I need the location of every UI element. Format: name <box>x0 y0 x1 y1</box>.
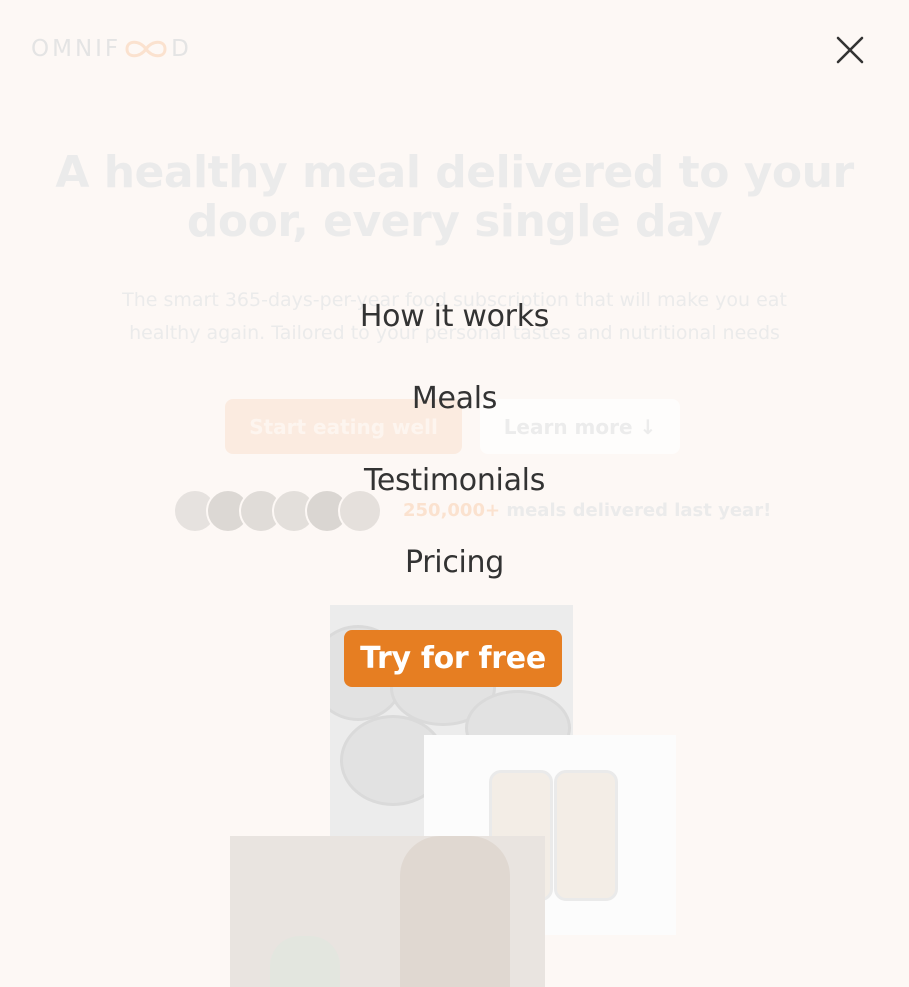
nav-link-meals[interactable]: Meals <box>0 381 909 416</box>
nav-link-testimonials[interactable]: Testimonials <box>0 463 909 498</box>
nav-link-pricing[interactable]: Pricing <box>0 545 909 580</box>
mobile-nav: How it works Meals Testimonials Pricing … <box>0 0 909 987</box>
nav-link-how-it-works[interactable]: How it works <box>0 299 909 334</box>
close-icon[interactable] <box>832 32 868 68</box>
try-for-free-button[interactable]: Try for free <box>344 630 562 687</box>
page: OMNIF D A healthy meal delivered to your… <box>0 0 909 987</box>
